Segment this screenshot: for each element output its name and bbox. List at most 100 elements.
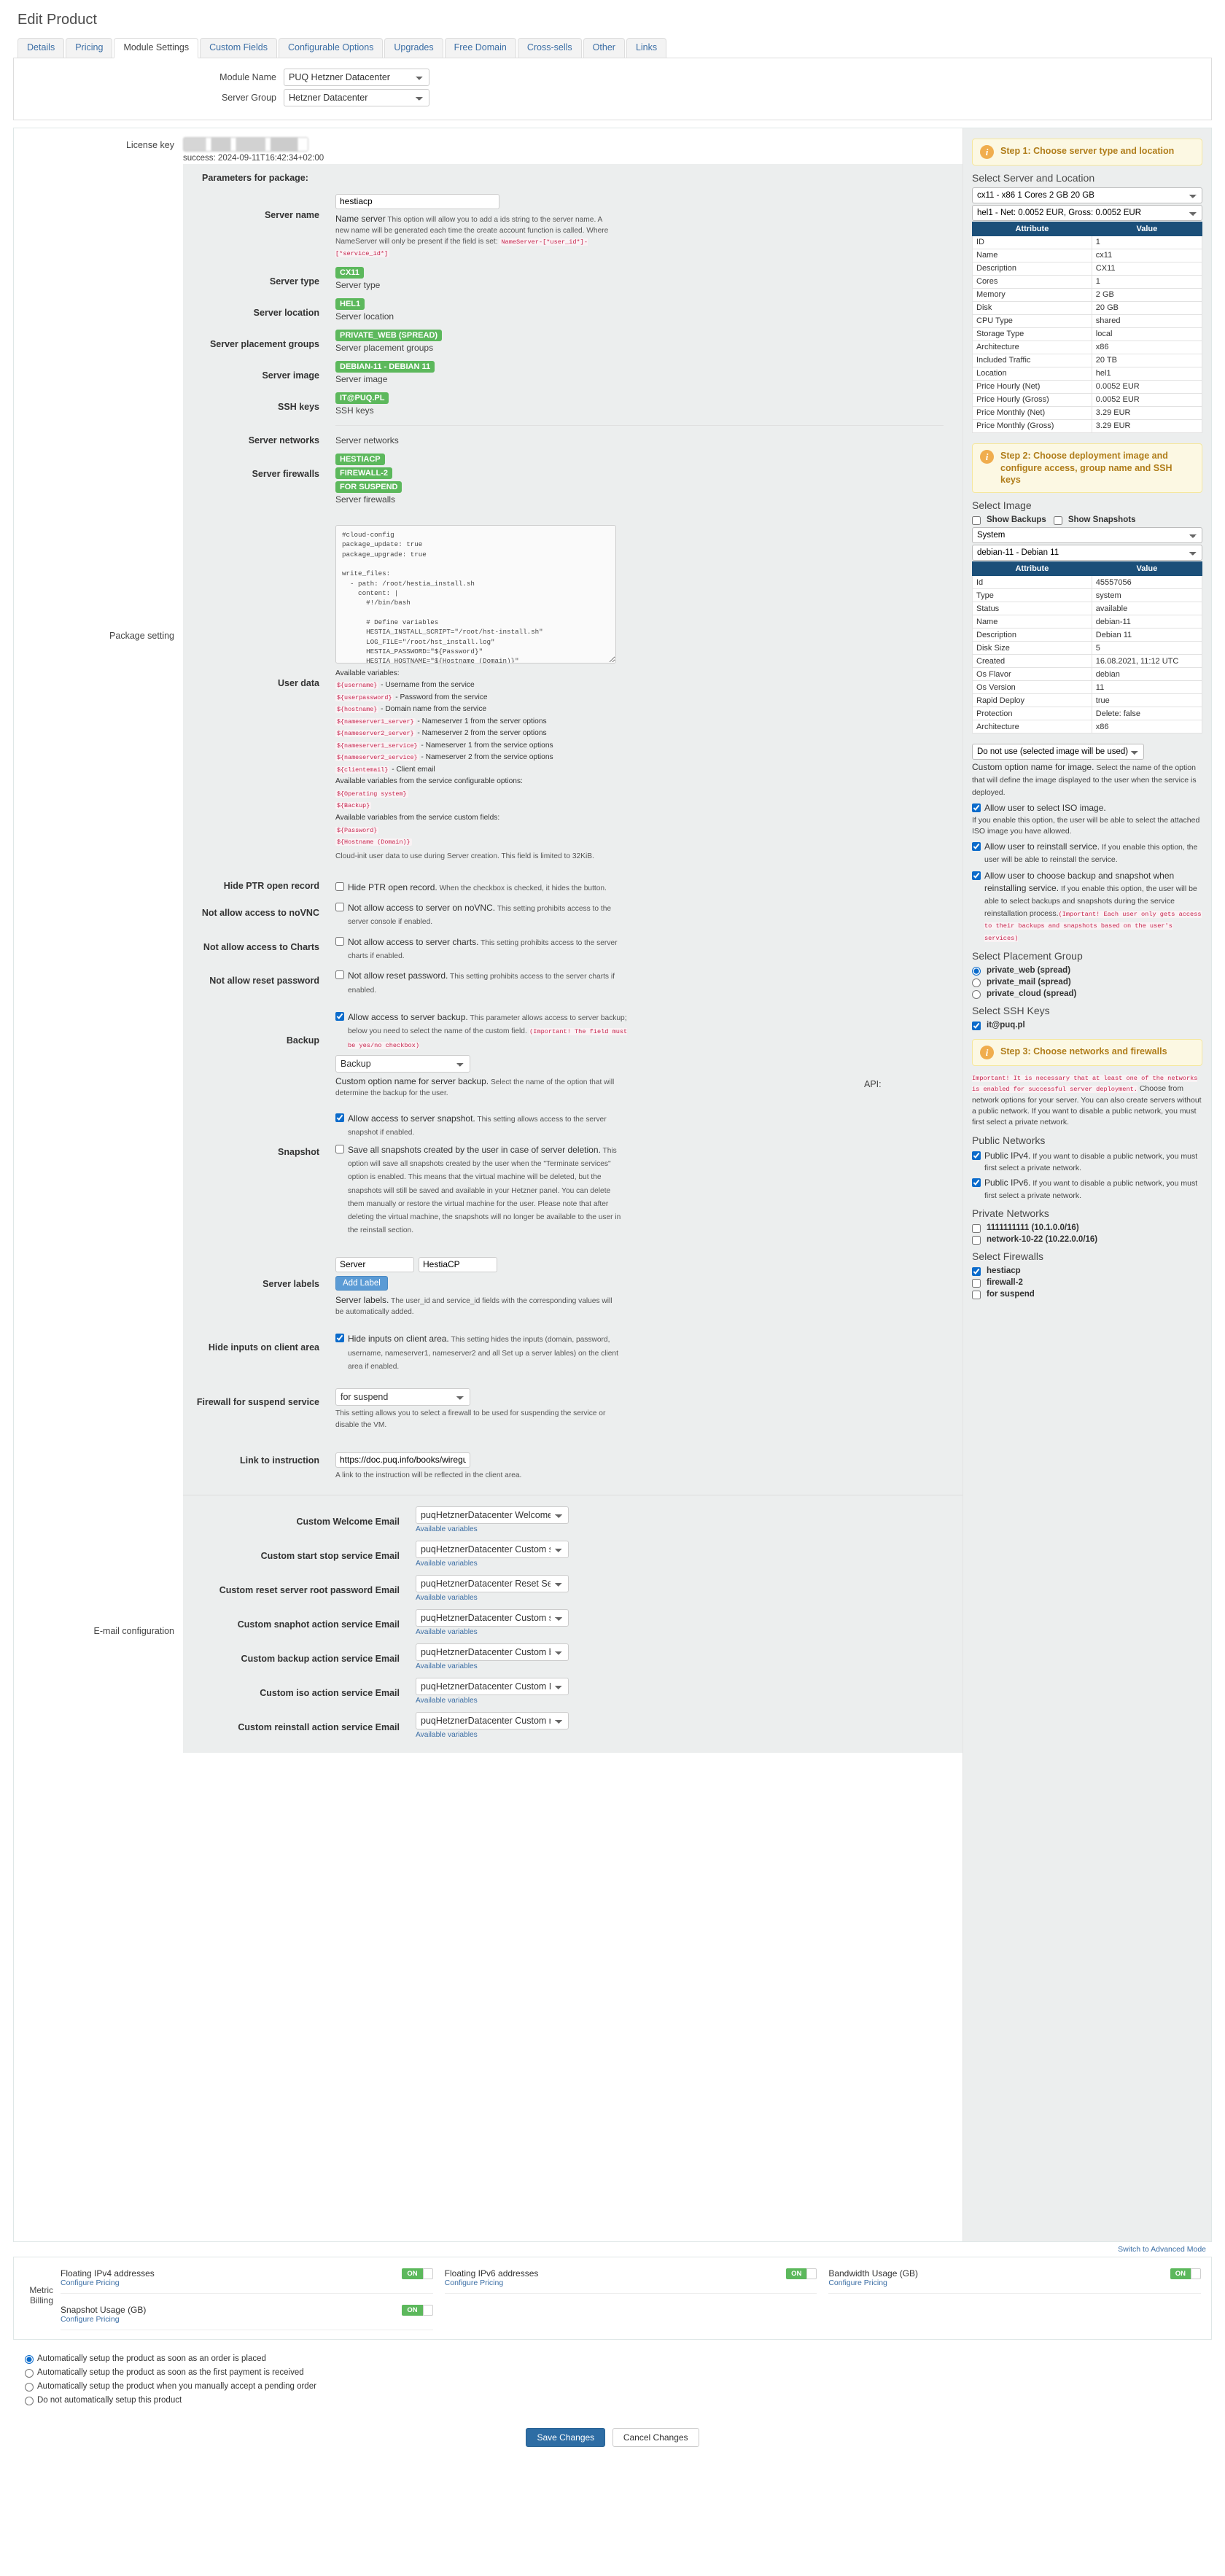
custom-image-option-select[interactable]: Do not use (selected image will be used): [972, 744, 1144, 760]
custom-start-stop-email-select[interactable]: puqHetznerDatacenter Custom start/stop: [416, 1541, 569, 1559]
placement-group-radio[interactable]: [972, 978, 981, 987]
server-label-key-input[interactable]: [335, 1256, 414, 1272]
table-row: Rapid Deploy true: [972, 693, 1203, 708]
private-network-checkbox[interactable]: [972, 1236, 981, 1245]
tab-pricing[interactable]: Pricing: [66, 38, 113, 58]
server-name-input[interactable]: [335, 193, 499, 209]
snapshot-checkbox[interactable]: [335, 1113, 344, 1123]
public-ipv4-checkbox[interactable]: [972, 1151, 981, 1160]
metric-toggle[interactable]: ON: [1170, 2268, 1201, 2279]
tab-links[interactable]: Links: [626, 38, 667, 58]
setup-option-radio[interactable]: [25, 2354, 34, 2364]
show-backups-checkbox[interactable]: [972, 516, 981, 526]
show-backups-checkbox-row[interactable]: Show Backups: [972, 515, 1046, 526]
setup-option-radio[interactable]: [25, 2368, 34, 2378]
image-select[interactable]: debian-11 - Debian 11: [972, 545, 1202, 561]
show-snapshots-checkbox[interactable]: [1053, 516, 1062, 526]
server-group-select[interactable]: Hetzner Datacenter: [284, 88, 429, 106]
configure-pricing-link[interactable]: Configure Pricing: [61, 2279, 155, 2287]
public-ipv6-checkbox[interactable]: [972, 1178, 981, 1187]
metric-toggle[interactable]: ON: [786, 2268, 817, 2279]
tab-other[interactable]: Other: [583, 38, 625, 58]
table-row: ID 1: [972, 235, 1203, 249]
placement-group-option[interactable]: private_mail (spread): [972, 977, 1202, 987]
image-type-select[interactable]: System: [972, 527, 1202, 544]
available-variables-link[interactable]: Available variables: [416, 1628, 952, 1636]
backup-custom-field-select[interactable]: Backup: [335, 1054, 470, 1073]
tab-details[interactable]: Details: [18, 38, 65, 58]
add-label-button[interactable]: Add Label: [335, 1275, 388, 1291]
firewall-checkbox[interactable]: [972, 1291, 981, 1300]
parameters-title: Parameters for package:: [202, 172, 308, 183]
available-variables-link[interactable]: Available variables: [416, 1525, 952, 1533]
custom-reinstall-email-select[interactable]: puqHetznerDatacenter Custom reinstall a: [416, 1712, 569, 1730]
tab-free-domain[interactable]: Free Domain: [444, 38, 516, 58]
ssh-key-checkbox[interactable]: [972, 1021, 981, 1030]
firewall-checkbox[interactable]: [972, 1267, 981, 1277]
link-instruction-input[interactable]: [335, 1452, 470, 1468]
private-network-checkbox[interactable]: [972, 1224, 981, 1234]
available-variables-link[interactable]: Available variables: [416, 1560, 952, 1568]
placement-group-option[interactable]: private_cloud (spread): [972, 989, 1202, 999]
available-variables-link[interactable]: Available variables: [416, 1697, 952, 1705]
metric-toggle[interactable]: ON: [402, 2268, 433, 2279]
show-snapshots-checkbox-row[interactable]: Show Snapshots: [1053, 515, 1135, 526]
tab-custom-fields[interactable]: Custom Fields: [200, 38, 277, 58]
cancel-changes-button[interactable]: Cancel Changes: [612, 2427, 699, 2447]
no-novnc-checkbox[interactable]: [335, 903, 344, 912]
private-network-option[interactable]: network-10-22 (10.22.0.0/16): [972, 1234, 1202, 1245]
firewall-option[interactable]: firewall-2: [972, 1277, 1202, 1288]
setup-option[interactable]: Automatically setup the product as soon …: [25, 2354, 1212, 2364]
hide-ptr-checkbox[interactable]: [335, 882, 344, 891]
hide-inputs-checkbox[interactable]: [335, 1334, 344, 1343]
setup-option-radio[interactable]: [25, 2382, 34, 2392]
license-key-input[interactable]: [183, 136, 308, 152]
custom-snapshot-email-select[interactable]: puqHetznerDatacenter Custom snaphot a: [416, 1609, 569, 1627]
placement-group-radio[interactable]: [972, 989, 981, 999]
setup-option-radio[interactable]: [25, 2396, 34, 2405]
table-row: Cores 1: [972, 274, 1203, 289]
custom-reset-password-email-select[interactable]: puqHetznerDatacenter Reset Service Pass: [416, 1575, 569, 1593]
server-type-select[interactable]: cx11 - x86 1 Cores 2 GB 20 GB: [972, 187, 1202, 203]
configure-pricing-link[interactable]: Configure Pricing: [445, 2279, 539, 2287]
available-variables-link[interactable]: Available variables: [416, 1662, 952, 1670]
placement-group-option[interactable]: private_web (spread): [972, 965, 1202, 976]
available-variables-link[interactable]: Available variables: [416, 1594, 952, 1602]
tab-module-settings[interactable]: Module Settings: [114, 38, 199, 58]
private-network-option[interactable]: 1111111111 (10.1.0.0/16): [972, 1223, 1202, 1234]
backup-checkbox[interactable]: [335, 1011, 344, 1021]
no-charts-checkbox[interactable]: [335, 936, 344, 946]
custom-welcome-email-select[interactable]: puqHetznerDatacenter Welcome Email: [416, 1506, 569, 1525]
placement-group-radio[interactable]: [972, 966, 981, 976]
setup-option[interactable]: Do not automatically setup this product: [25, 2395, 1212, 2405]
user-data-textarea[interactable]: #cloud-config package_update: true packa…: [335, 524, 616, 664]
custom-backup-email-select[interactable]: puqHetznerDatacenter Custom backup ac: [416, 1643, 569, 1662]
allow-iso-checkbox[interactable]: [972, 803, 981, 813]
tab-upgrades[interactable]: Upgrades: [384, 38, 443, 58]
tab-configurable-options[interactable]: Configurable Options: [278, 38, 384, 58]
setup-option[interactable]: Automatically setup the product as soon …: [25, 2367, 1212, 2378]
available-variables-link[interactable]: Available variables: [416, 1731, 952, 1739]
server-name-row: Server name Name server This option will…: [193, 190, 952, 262]
save-changes-button[interactable]: Save Changes: [526, 2427, 606, 2447]
firewall-checkbox[interactable]: [972, 1279, 981, 1288]
allow-reinstall-checkbox[interactable]: [972, 842, 981, 852]
tab-cross-sells[interactable]: Cross-sells: [517, 38, 582, 58]
no-reset-password-checkbox[interactable]: [335, 970, 344, 980]
configure-pricing-link[interactable]: Configure Pricing: [61, 2315, 146, 2324]
firewall-option[interactable]: for suspend: [972, 1289, 1202, 1300]
firewall-suspend-select[interactable]: for suspend: [335, 1388, 470, 1406]
switch-advanced-mode-link[interactable]: Switch to Advanced Mode: [13, 2242, 1212, 2254]
server-location-select[interactable]: hel1 - Net: 0.0052 EUR, Gross: 0.0052 EU…: [972, 204, 1202, 221]
snapshot-save-all-checkbox[interactable]: [335, 1144, 344, 1153]
setup-option[interactable]: Automatically setup the product when you…: [25, 2381, 1212, 2392]
metric-toggle[interactable]: ON: [402, 2304, 433, 2316]
firewall-option[interactable]: hestiacp: [972, 1266, 1202, 1277]
configure-pricing-link[interactable]: Configure Pricing: [828, 2279, 918, 2287]
server-label-value-input[interactable]: [419, 1256, 497, 1272]
allow-backup-snapshot-checkbox[interactable]: [972, 871, 981, 880]
ssh-key-option[interactable]: it@puq.pl: [972, 1020, 1202, 1030]
step1-title: Step 1: Choose server type and location: [1000, 145, 1175, 156]
module-name-select[interactable]: PUQ Hetzner Datacenter: [284, 68, 429, 86]
custom-iso-email-select[interactable]: puqHetznerDatacenter Custom ISO action: [416, 1678, 569, 1696]
